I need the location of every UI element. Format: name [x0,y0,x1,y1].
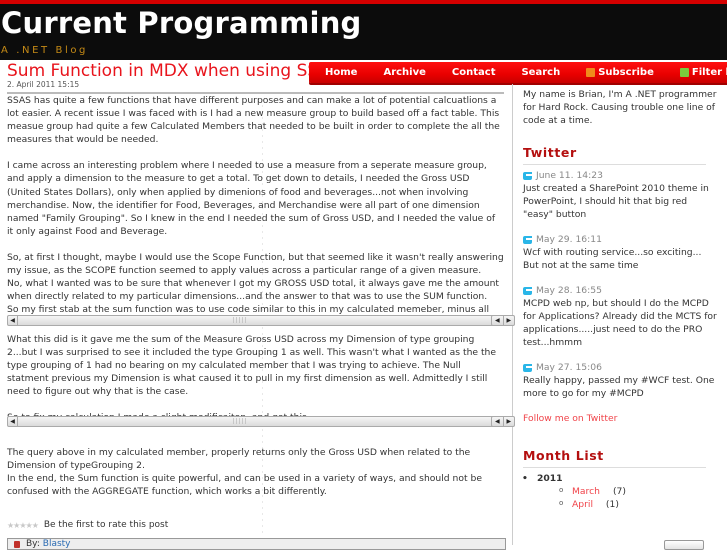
scroll-left-arrow-icon[interactable]: ◀ [492,316,504,325]
scroll-grip[interactable] [233,317,247,323]
tweet-date[interactable]: May 28. 16:55 [536,284,602,297]
author-line: By: Blasty [26,539,71,549]
follow-twitter-link[interactable]: Follow me on Twitter [523,413,617,424]
main-nav: Home Archive Contact Search Subscribe Fi… [309,62,727,83]
author-prefix: By: [26,539,40,549]
month-list-year: 2011 March (7) April (1) [522,472,719,511]
month-count: (7) [612,486,626,497]
month-item: March (7) [559,484,719,498]
nav-filter-apml-label: Filter by APML [691,67,727,78]
author-link[interactable]: Blasty [43,539,71,549]
sidebar: My name is Brian, I'm A .NET programmer … [522,88,719,511]
year-label: 2011 [537,473,563,484]
month-link-march[interactable]: March [572,486,600,497]
nav-contact-label: Contact [451,67,496,78]
tweet-text: Really happy, passed my #WCF test. One m… [523,375,715,399]
twitter-bird-icon [523,363,532,372]
widget-divider [523,467,706,468]
rating-stars-icon[interactable]: ★★★★★ [7,521,39,530]
nav-home[interactable]: Home [309,67,370,78]
post-paragraph: No, what I wanted was to be sure that wh… [7,278,500,303]
nav-archive-label: Archive [383,67,426,78]
tweet-text: MCPD web np, but should I do the MCPD fo… [523,298,717,348]
post-paragraph: So, at first I thought, maybe I would us… [7,251,504,277]
post-body-final: The query above in my calculated member,… [7,446,504,498]
site-tagline: A .NET Blog [1,45,88,56]
nav-search-label: Search [521,67,561,78]
tweet-date[interactable]: May 29. 16:11 [536,233,602,246]
tweet-item: May 29. 16:11 Wcf with routing service..… [523,233,719,272]
nav-home-label: Home [325,67,358,78]
tweet-date[interactable]: June 11. 14:23 [536,169,603,182]
nav-search[interactable]: Search [508,67,573,78]
month-count: (1) [605,499,619,510]
month-list-title: Month List [523,448,604,463]
apml-icon [679,68,689,77]
tweet-text: Wcf with routing service...so exciting..… [523,247,702,271]
rating-text: Be the first to rate this post [43,520,169,530]
post-title[interactable]: Sum Function in MDX when using SSAS [7,61,309,81]
nav-filter-apml[interactable]: Filter by APML [667,67,727,78]
sidebar-button[interactable] [664,540,704,550]
month-item: April (1) [559,497,719,511]
twitter-bird-icon [523,235,532,244]
post-footer: By: Blasty [7,538,506,550]
widget-divider [523,164,706,165]
about-text: My name is Brian, I'm A .NET programmer … [523,89,717,126]
post-paragraph: The query above in my calculated member,… [7,447,471,472]
site-title[interactable]: Current Programming [1,6,362,40]
tweet-item: June 11. 14:23 Just created a SharePoint… [523,169,719,221]
nav-archive[interactable]: Archive [370,67,438,78]
scroll-left-icon[interactable]: ◀ [8,417,18,426]
post-date: 2. April 2011 15:15 [7,80,80,89]
code-block-scrollbar[interactable]: ◀ ◀ ▶ [7,416,515,427]
post-paragraph: I came across an interesting problem whe… [7,160,496,237]
post-rating: ★★★★★ Be the first to rate this post [7,520,168,530]
post-paragraph: What this did is it gave me the sum of t… [7,334,497,398]
scroll-arrows: ◀ ▶ [491,315,515,326]
scroll-right-arrow-icon[interactable]: ▶ [504,316,515,325]
post-paragraph: SSAS has quite a few functions that have… [7,95,500,146]
month-link-april[interactable]: April [572,499,593,510]
tweet-item: May 27. 15:06 Really happy, passed my #W… [523,361,719,400]
nav-subscribe-label: Subscribe [598,67,654,78]
twitter-bird-icon [523,286,532,295]
rss-icon [586,68,596,77]
twitter-widget-title: Twitter [523,145,577,160]
nav-contact[interactable]: Contact [439,67,509,78]
scroll-grip[interactable] [233,418,247,424]
code-block-scrollbar[interactable]: ◀ ◀ ▶ [7,315,515,326]
scroll-left-icon[interactable]: ◀ [8,316,18,325]
post-body-continued: What this did is it gave me the sum of t… [7,333,504,425]
tweet-text: Just created a SharePoint 2010 theme in … [523,183,709,220]
month-list: 2011 March (7) April (1) [522,472,719,511]
post-paragraph: In the end, the Sum function is quite po… [7,473,482,498]
tweet-item: May 28. 16:55 MCPD web np, but should I … [523,284,719,349]
scroll-left-arrow-icon[interactable]: ◀ [492,417,504,426]
scroll-right-arrow-icon[interactable]: ▶ [504,417,515,426]
scroll-arrows: ◀ ▶ [491,416,515,427]
tweet-date[interactable]: May 27. 15:06 [536,361,602,374]
nav-subscribe[interactable]: Subscribe [573,67,667,78]
site-header: Current Programming A .NET Blog [0,4,727,60]
post-body: SSAS has quite a few functions that have… [7,94,504,330]
twitter-bird-icon [523,171,532,180]
